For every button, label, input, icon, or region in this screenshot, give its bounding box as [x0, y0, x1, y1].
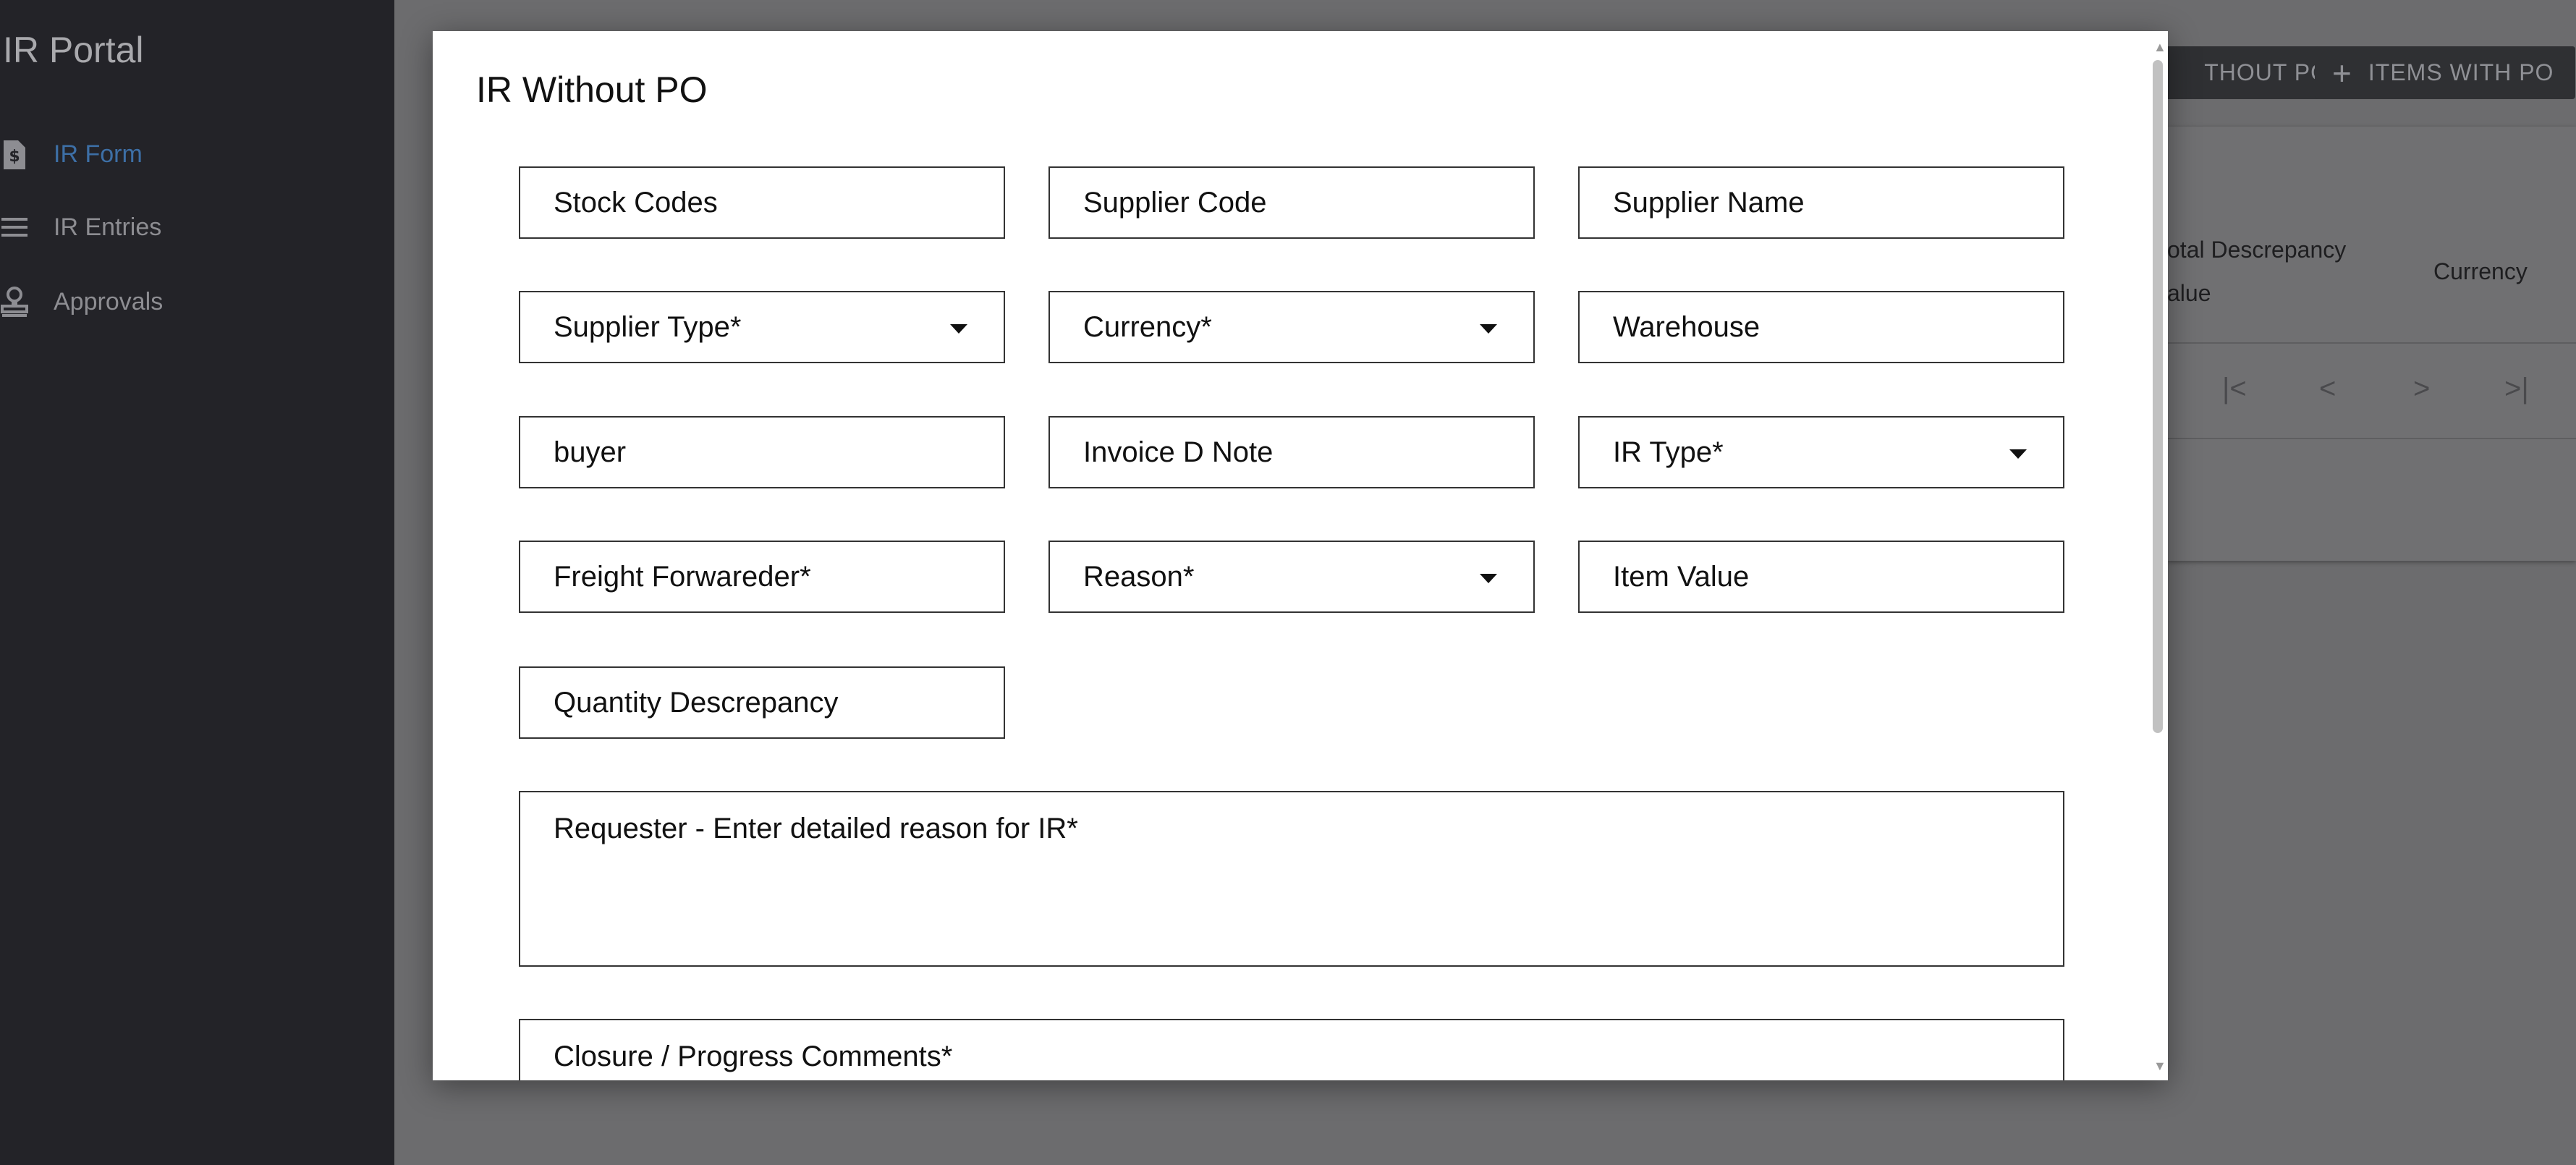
field-label: Invoice D Note	[1083, 436, 1274, 468]
field-label: Item Value	[1613, 560, 1750, 593]
supplier-name-field[interactable]: Supplier Name	[1578, 166, 2064, 239]
field-label: Requester - Enter detailed reason for IR…	[554, 813, 1078, 844]
item-value-field[interactable]: Item Value	[1578, 541, 2064, 613]
sidebar-item-ir-entries[interactable]: IR Entries	[0, 202, 161, 253]
field-label: Supplier Code	[1083, 186, 1267, 219]
last-page-icon[interactable]: >|	[2504, 373, 2529, 405]
ir-without-po-dialog: IR Without PO Stock Codes Supplier Code …	[433, 31, 2168, 1080]
requester-reason-textarea[interactable]: Requester - Enter detailed reason for IR…	[519, 791, 2064, 967]
field-label: Supplier Name	[1613, 186, 1805, 219]
invoice-d-note-field[interactable]: Invoice D Note	[1048, 416, 1535, 488]
plus-icon: +	[2332, 54, 2352, 92]
supplier-type-select[interactable]: Supplier Type*	[519, 291, 1005, 363]
stock-codes-field[interactable]: Stock Codes	[519, 166, 1005, 239]
field-label: Quantity Descrepancy	[554, 686, 839, 719]
column-header-total-descrepancy-value: otal Descrepancy alue	[2167, 237, 2347, 306]
prev-page-icon[interactable]: <	[2319, 373, 2336, 405]
stamp-icon	[0, 284, 29, 320]
sidebar-item-label: Approvals	[54, 287, 164, 315]
field-label: IR Type*	[1613, 436, 1724, 468]
supplier-code-field[interactable]: Supplier Code	[1048, 166, 1535, 239]
sidebar: IR Portal $ IR Form IR Entries Approvals	[0, 0, 394, 1165]
chevron-down-icon	[1480, 324, 1497, 334]
buyer-field[interactable]: buyer	[519, 416, 1005, 488]
column-header-currency: Currency	[2433, 258, 2528, 284]
dialog-title: IR Without PO	[476, 69, 708, 110]
entries-table: otal Descrepancy alue Currency |< < > >|	[2167, 127, 2576, 561]
sidebar-item-ir-form[interactable]: $ IR Form	[0, 129, 143, 179]
app-title: IR Portal	[3, 30, 144, 70]
reason-select[interactable]: Reason*	[1048, 541, 1535, 613]
freight-forwarder-field[interactable]: Freight Forwareder*	[519, 541, 1005, 613]
first-page-icon[interactable]: |<	[2222, 373, 2247, 405]
button-label: ITEMS WITH PO	[2368, 59, 2554, 85]
sidebar-item-label: IR Form	[54, 140, 143, 168]
currency-select[interactable]: Currency*	[1048, 291, 1535, 363]
field-label: buyer	[554, 436, 627, 468]
quantity-descrepancy-field[interactable]: Quantity Descrepancy	[519, 666, 1005, 739]
svg-text:$: $	[9, 148, 20, 166]
chevron-down-icon	[950, 324, 967, 334]
warehouse-field[interactable]: Warehouse	[1578, 291, 2064, 363]
scrollbar-thumb[interactable]	[2153, 60, 2163, 733]
invoice-icon: $	[0, 136, 29, 172]
sidebar-item-label: IR Entries	[54, 213, 162, 241]
field-label: Stock Codes	[554, 186, 718, 219]
chevron-down-icon	[1480, 574, 1497, 583]
field-label: Closure / Progress Comments*	[554, 1041, 953, 1072]
list-icon	[0, 209, 29, 245]
ir-type-select[interactable]: IR Type*	[1578, 416, 2064, 488]
scroll-up-icon[interactable]: ▲	[2153, 40, 2166, 55]
divider	[2167, 342, 2576, 344]
divider	[2167, 438, 2576, 439]
dialog-scrollbar[interactable]: ▲ ▼	[2149, 31, 2168, 1080]
next-page-icon[interactable]: >	[2413, 373, 2430, 405]
field-label: Reason*	[1083, 560, 1195, 593]
field-label: Supplier Type*	[554, 310, 742, 343]
field-label: Freight Forwareder*	[554, 560, 811, 593]
scroll-down-icon[interactable]: ▼	[2153, 1059, 2166, 1074]
field-label: Warehouse	[1613, 310, 1761, 343]
button-label: THOUT PO	[2204, 59, 2329, 85]
chevron-down-icon	[2009, 449, 2027, 459]
closure-comments-textarea[interactable]: Closure / Progress Comments*	[519, 1019, 2064, 1080]
field-label: Currency*	[1083, 310, 1212, 343]
items-with-po-button[interactable]: + ITEMS WITH PO	[2315, 46, 2575, 99]
sidebar-item-approvals[interactable]: Approvals	[0, 276, 163, 327]
